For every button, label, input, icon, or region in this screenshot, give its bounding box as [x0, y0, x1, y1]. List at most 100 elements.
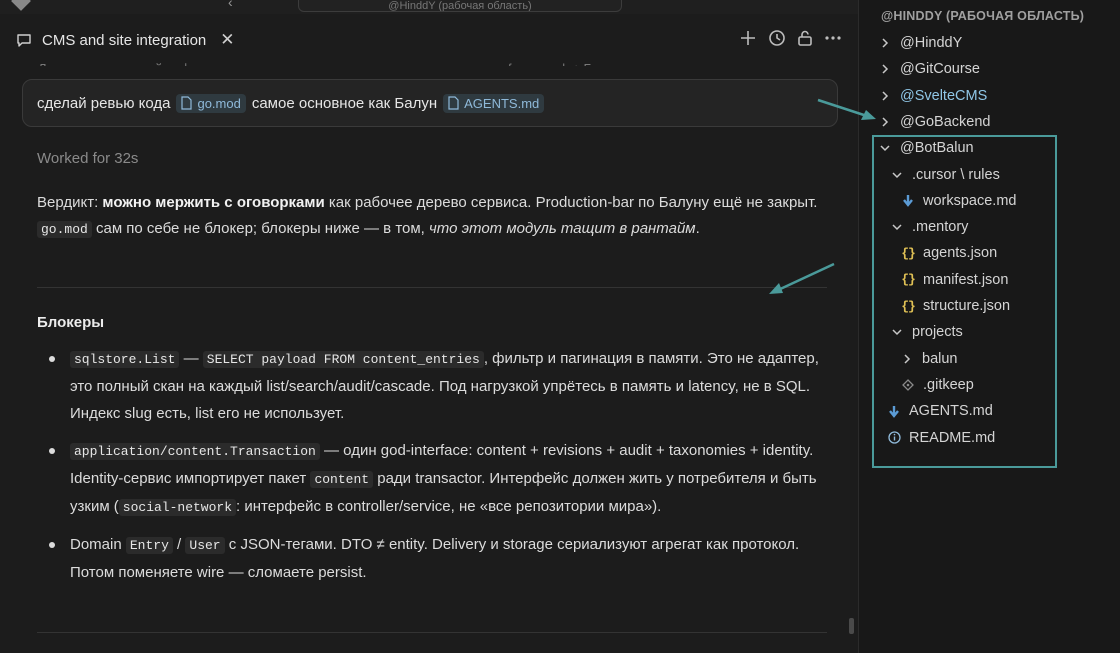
app-logo-icon — [11, 0, 31, 11]
list-item: Domain Entry / User с JSON-тегами. DTO ≠… — [37, 531, 837, 586]
verdict-text: сам по себе не блокер; блокеры ниже — в … — [91, 220, 430, 237]
tree-item-label: AGENTS.md — [909, 403, 993, 420]
tree-item-gitcourse[interactable]: @GitCourse — [879, 57, 980, 81]
chevron-down-icon — [892, 329, 902, 336]
file-icon — [181, 96, 193, 110]
tree-item-sveltecms[interactable]: @SvelteCMS — [879, 84, 987, 108]
tree-item-label: balun — [922, 350, 958, 367]
tree-item-mentory[interactable]: .mentory — [891, 215, 968, 239]
blockers-heading: Блокеры — [37, 314, 105, 331]
inline-code: social-network — [118, 499, 237, 516]
user-message-text: самое основное как Балун — [251, 94, 438, 112]
inline-code: sqlstore.List — [70, 351, 180, 368]
file-chip-go-mod[interactable]: go.mod — [176, 93, 246, 113]
divider — [37, 632, 827, 633]
tree-item-label: @HinddY — [900, 35, 963, 51]
chevron-right-icon — [882, 38, 889, 48]
list-item: application/content.Transaction — один g… — [37, 437, 837, 521]
list-item-text: Domain — [70, 536, 126, 553]
tree-item-agents-json[interactable]: {} agents.json — [901, 241, 997, 265]
previous-message-text: Лучше всего полный рефакторинг с удалени… — [38, 56, 818, 66]
inline-code: SELECT payload FROM content_entries — [202, 351, 484, 368]
tree-item-label: @BotBalun — [900, 140, 974, 157]
tree-item-label: .mentory — [912, 219, 969, 236]
lock-icon[interactable] — [795, 28, 815, 48]
list-item-text: / — [172, 536, 186, 553]
tree-item-label: structure.json — [923, 298, 1011, 314]
tree-item-cursor-rules[interactable]: .cursor \ rules — [891, 163, 1000, 187]
divider — [37, 287, 827, 288]
chat-panel: CMS and site integration ✕ Лучше всего п… — [0, 14, 858, 653]
tree-item-label: manifest.json — [923, 271, 1009, 288]
tab-cms-and-site-integration[interactable]: CMS and site integration ✕ — [8, 24, 248, 56]
title-bar: ‹ @HinddY (рабочая область) — [0, 0, 858, 14]
tree-item-label: README.md — [909, 429, 996, 446]
verdict-italic: что этот модуль тащит в рантайм — [429, 220, 696, 237]
tree-item-projects[interactable]: projects — [891, 320, 963, 344]
info-icon — [887, 431, 901, 444]
list-item-text: — — [179, 350, 203, 367]
plus-icon[interactable] — [738, 28, 758, 48]
tree-item-label: workspace.md — [923, 192, 1017, 209]
tree-item-hinddy[interactable]: @HinddY — [879, 31, 962, 55]
tree-item-manifest-json[interactable]: {} manifest.json — [901, 268, 1008, 292]
chevron-right-icon — [882, 117, 889, 127]
tree-item-label: @GitCourse — [900, 61, 980, 78]
chevron-right-icon — [882, 64, 889, 74]
inline-code: go.mod — [37, 221, 92, 238]
markdown-file-icon — [901, 194, 915, 208]
tree-item-label: @GoBackend — [900, 113, 991, 130]
inline-code: application/content.Transaction — [70, 443, 320, 460]
tree-item-balun[interactable]: balun — [901, 347, 957, 371]
more-icon[interactable] — [823, 28, 843, 48]
explorer-panel: @HINDDY (РАБОЧАЯ ОБЛАСТЬ) @HinddY @GitCou… — [858, 0, 1120, 653]
tree-item-readme-md[interactable]: README.md — [887, 426, 995, 450]
tab-label: CMS and site integration — [42, 31, 207, 49]
chat-bubble-icon — [17, 34, 31, 47]
blockers-list: sqlstore.List — SELECT payload FROM cont… — [37, 345, 837, 596]
gitkeep-file-icon — [901, 378, 915, 391]
inline-code: User — [185, 537, 225, 554]
inline-code: Entry — [125, 537, 173, 554]
file-chip-label: AGENTS.md — [464, 95, 540, 111]
list-item-text: : интерфейс в controller/service, не «вс… — [236, 498, 662, 515]
file-chip-label: go.mod — [197, 95, 241, 111]
json-file-icon: {} — [901, 245, 916, 261]
tree-item-workspace-md[interactable]: workspace.md — [901, 189, 1016, 213]
tree-item-agents-md[interactable]: AGENTS.md — [887, 399, 993, 423]
file-chip-agents-md[interactable]: AGENTS.md — [443, 93, 545, 113]
json-file-icon: {} — [901, 298, 916, 314]
chevron-right-icon — [882, 91, 889, 101]
file-icon — [448, 96, 459, 110]
tree-item-label: agents.json — [923, 245, 998, 262]
history-icon[interactable] — [767, 28, 787, 48]
close-icon[interactable]: ✕ — [220, 30, 234, 50]
workspace-title[interactable]: @HINDDY (РАБОЧАЯ ОБЛАСТЬ) — [881, 9, 1084, 23]
chevron-down-icon — [892, 224, 902, 231]
verdict-bold: можно мержить с оговорками — [102, 194, 325, 211]
chevron-down-icon — [880, 145, 890, 152]
worked-for-status[interactable]: Worked for 32s — [37, 150, 138, 167]
inline-code: content — [310, 471, 374, 488]
tree-item-gitkeep[interactable]: .gitkeep — [901, 373, 974, 397]
verdict-paragraph: Вердикт: можно мержить с оговорками как … — [37, 190, 832, 243]
scrollbar-thumb[interactable] — [849, 618, 854, 634]
user-message-text: сделай ревью кода — [37, 94, 171, 112]
list-item: sqlstore.List — SELECT payload FROM cont… — [37, 345, 837, 427]
tree-item-label: projects — [912, 324, 963, 341]
chevron-down-icon — [892, 171, 902, 178]
tree-item-label: .gitkeep — [923, 376, 974, 393]
command-center[interactable]: @HinddY (рабочая область) — [298, 0, 622, 12]
json-file-icon: {} — [901, 272, 916, 288]
markdown-file-icon — [887, 405, 901, 418]
back-arrow-icon[interactable]: ‹ — [228, 0, 233, 10]
tree-item-label: .cursor \ rules — [912, 166, 1000, 183]
verdict-text: как рабочее дерево сервиса. Production-b… — [324, 194, 818, 211]
tree-item-label: @SvelteCMS — [900, 87, 988, 104]
verdict-prefix: Вердикт: — [37, 194, 103, 211]
verdict-text: . — [695, 220, 700, 237]
tree-item-gobackend[interactable]: @GoBackend — [879, 110, 991, 134]
tree-item-botbalun[interactable]: @BotBalun — [879, 136, 974, 160]
tree-item-structure-json[interactable]: {} structure.json — [901, 294, 1010, 318]
user-message[interactable]: сделай ревью кода go.mod самое основное … — [22, 79, 838, 127]
